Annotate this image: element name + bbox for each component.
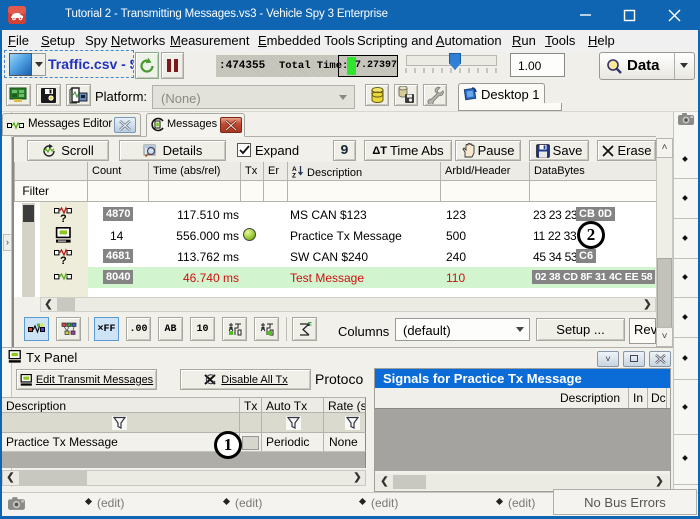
svg-text:?: ? (60, 213, 67, 222)
svg-text:Z: Z (292, 173, 296, 179)
svg-text:?: ? (60, 255, 67, 264)
